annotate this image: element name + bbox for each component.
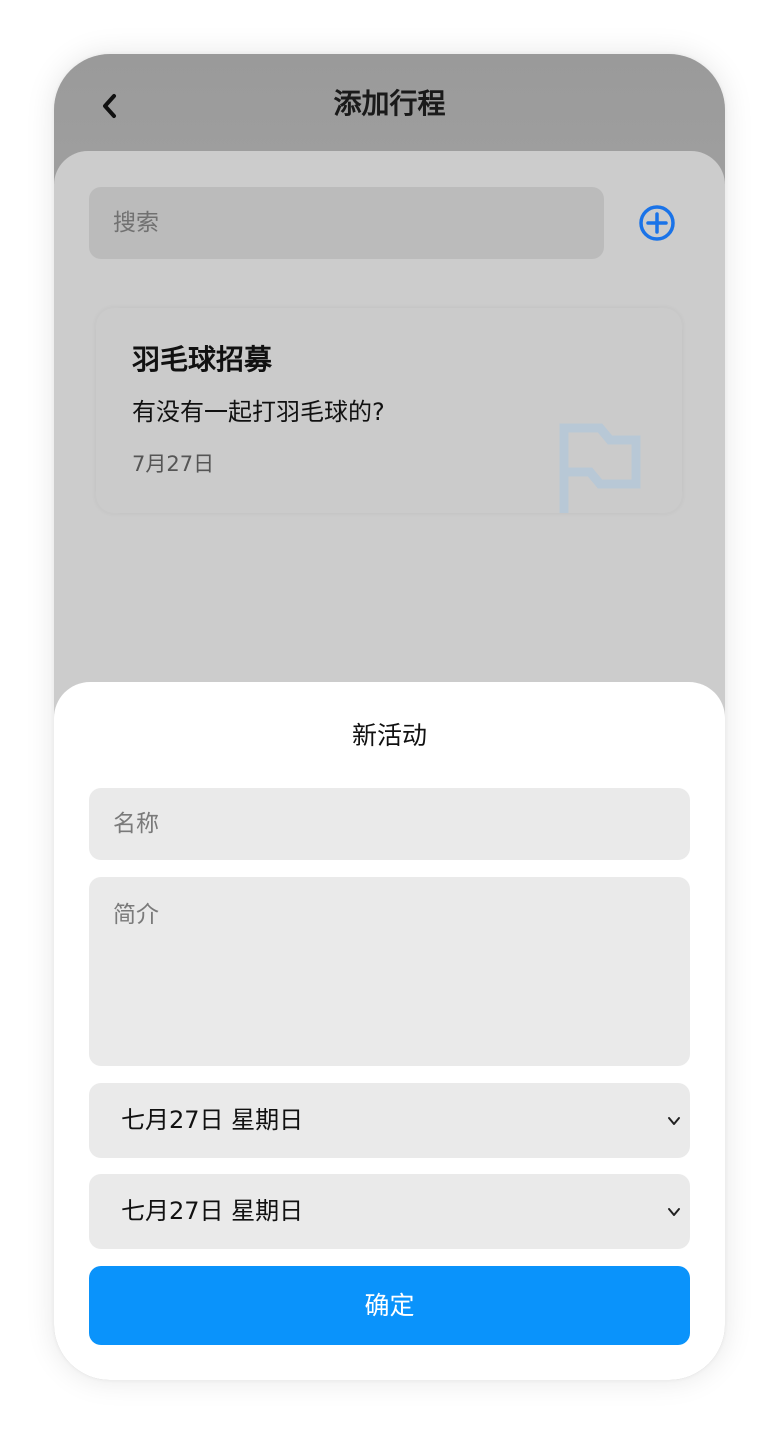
search-input[interactable]: 搜索 — [89, 187, 604, 259]
activity-card[interactable]: 羽毛球招募 有没有一起打羽毛球的? 7月27日 — [96, 308, 682, 513]
page-title: 添加行程 — [333, 87, 446, 120]
plus-circle-icon — [639, 205, 675, 241]
new-activity-sheet: 新活动 名称 简介 七月27日 星期日 七月27日 星期日 确定 — [54, 682, 725, 1380]
name-field[interactable]: 名称 — [89, 788, 690, 860]
sheet-title: 新活动 — [351, 721, 427, 750]
phone-frame: 添加行程 搜索 羽毛球招募 有没有一起打羽毛球的? 7月27日 新活动 名称 简… — [54, 54, 725, 1380]
activity-description: 有没有一起打羽毛球的? — [132, 398, 385, 426]
activity-title: 羽毛球招募 — [132, 343, 273, 376]
chevron-down-icon — [668, 1208, 680, 1216]
start-date-value: 七月27日 星期日 — [121, 1106, 304, 1134]
end-date-value: 七月27日 星期日 — [121, 1197, 304, 1225]
flag-icon — [559, 423, 641, 513]
intro-placeholder: 简介 — [113, 902, 159, 928]
activity-date: 7月27日 — [132, 452, 215, 476]
intro-field[interactable]: 简介 — [89, 877, 690, 1066]
name-placeholder: 名称 — [113, 811, 159, 837]
add-activity-button[interactable] — [637, 203, 677, 243]
start-date-select[interactable]: 七月27日 星期日 — [89, 1083, 690, 1158]
chevron-down-icon — [668, 1117, 680, 1125]
confirm-button[interactable]: 确定 — [89, 1266, 690, 1345]
end-date-select[interactable]: 七月27日 星期日 — [89, 1174, 690, 1249]
